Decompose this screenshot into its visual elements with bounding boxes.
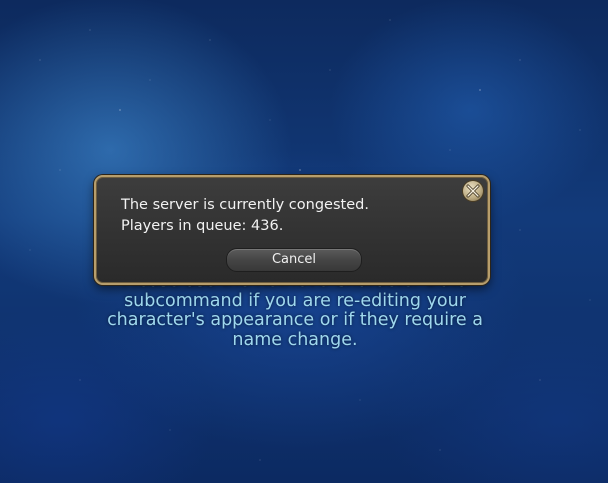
close-icon bbox=[466, 184, 480, 198]
close-button[interactable] bbox=[463, 181, 483, 201]
cancel-button[interactable]: Cancel bbox=[226, 248, 362, 272]
notice-line: name change. bbox=[232, 329, 358, 350]
server-status-text: The server is currently congested. bbox=[121, 197, 369, 213]
notice-line: character's appearance or if they requir… bbox=[107, 310, 483, 330]
queue-count-text: Players in queue: 436. bbox=[121, 218, 284, 234]
notice-line: subcommand if you are re-editing your bbox=[124, 290, 466, 311]
dialog-message: The server is currently congested. Playe… bbox=[121, 195, 369, 237]
queue-dialog: The server is currently congested. Playe… bbox=[94, 175, 490, 285]
